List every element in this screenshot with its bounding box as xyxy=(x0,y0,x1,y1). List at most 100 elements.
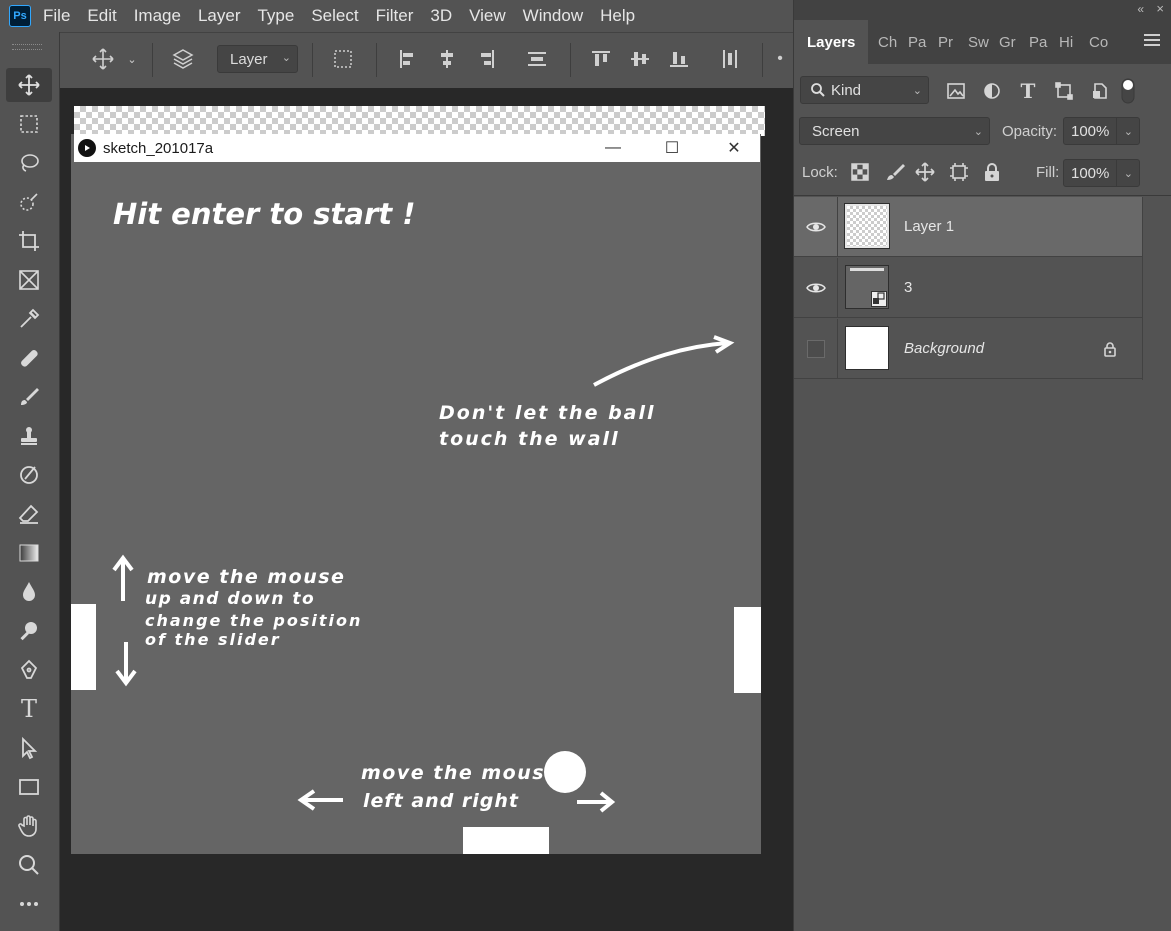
document-canvas-area[interactable]: sketch_201017a — ☐ ✕ Hit enter to start … xyxy=(61,88,792,931)
frame-tool-icon[interactable] xyxy=(6,263,52,297)
history-brush-tool-icon[interactable] xyxy=(6,458,52,492)
tab-history[interactable]: Hi xyxy=(1059,20,1073,64)
menu-layer[interactable]: Layer xyxy=(198,6,241,26)
layer-name: Background xyxy=(904,340,985,357)
chevron-down-icon: ⌄ xyxy=(973,125,983,138)
layer-row-background[interactable]: Background xyxy=(794,318,1142,379)
panel-close-icon[interactable]: × xyxy=(1156,1,1164,16)
menu-select[interactable]: Select xyxy=(311,6,358,26)
fill-field[interactable]: 100% ⌄ xyxy=(1063,159,1140,187)
options-divider xyxy=(376,43,377,77)
align-center-icon[interactable] xyxy=(432,43,462,75)
clone-stamp-tool-icon[interactable] xyxy=(6,419,52,453)
eyedropper-tool-icon[interactable] xyxy=(6,302,52,336)
panel-header-strip: « × xyxy=(794,0,1171,20)
photoshop-logo[interactable]: Ps xyxy=(9,5,31,27)
layer-row-layer-1[interactable]: Layer 1 xyxy=(794,196,1142,257)
menu-image[interactable]: Image xyxy=(134,6,181,26)
tab-color[interactable]: Co xyxy=(1089,20,1108,64)
shape-layer-filter-icon[interactable] xyxy=(1051,79,1077,103)
menu-3d[interactable]: 3D xyxy=(430,6,452,26)
marquee-tool-icon[interactable] xyxy=(6,107,52,141)
tab-channels[interactable]: Ch xyxy=(878,20,897,64)
brush-tool-icon[interactable] xyxy=(6,380,52,414)
blend-mode-dropdown[interactable]: Screen ⌄ xyxy=(799,117,990,145)
move-tool-preset-icon[interactable] xyxy=(88,43,118,75)
menu-window[interactable]: Window xyxy=(523,6,583,26)
lock-all-icon[interactable] xyxy=(983,162,1001,187)
layer-visibility-toggle[interactable] xyxy=(794,257,838,318)
auto-select-icon[interactable] xyxy=(168,43,198,75)
filter-kind-dropdown[interactable]: Kind ⌄ xyxy=(800,76,929,104)
auto-select-target-dropdown[interactable]: Layer ⌄ xyxy=(217,45,298,73)
tab-layers[interactable]: Layers xyxy=(794,20,869,64)
move-tool-icon[interactable] xyxy=(6,68,52,102)
zoom-tool-icon[interactable] xyxy=(6,848,52,882)
adjustment-layer-filter-icon[interactable] xyxy=(979,79,1005,103)
left-arrow-icon xyxy=(297,789,343,811)
opacity-chevron-icon: ⌄ xyxy=(1123,125,1133,138)
tab-properties[interactable]: Pr xyxy=(938,20,953,64)
type-layer-filter-icon[interactable]: T xyxy=(1015,79,1041,103)
menu-help[interactable]: Help xyxy=(600,6,635,26)
align-left-icon[interactable] xyxy=(393,43,423,75)
layer-visibility-toggle[interactable] xyxy=(794,196,838,257)
panel-divider xyxy=(794,195,1171,196)
layer-thumbnail xyxy=(844,203,890,249)
slider-instruction-line4: of the slider xyxy=(145,630,281,649)
lock-artboard-icon[interactable] xyxy=(949,162,969,187)
rectangle-tool-icon[interactable] xyxy=(6,770,52,804)
lock-transparent-pixels-icon[interactable] xyxy=(851,163,869,186)
lock-label: Lock: xyxy=(802,164,838,181)
align-middle-icon[interactable] xyxy=(625,43,655,75)
align-top-icon[interactable] xyxy=(586,43,616,75)
layer-name: 3 xyxy=(904,279,913,296)
healing-brush-tool-icon[interactable] xyxy=(6,341,52,375)
down-arrow-icon xyxy=(115,642,137,687)
hand-tool-icon[interactable] xyxy=(6,809,52,843)
pen-tool-icon[interactable] xyxy=(6,653,52,687)
dodge-tool-icon[interactable] xyxy=(6,614,52,648)
align-bottom-icon[interactable] xyxy=(664,43,694,75)
path-selection-tool-icon[interactable] xyxy=(6,731,52,765)
layer-row-3[interactable]: 3 xyxy=(794,257,1142,318)
layer-visibility-toggle[interactable] xyxy=(794,318,838,379)
smart-object-filter-icon[interactable] xyxy=(1087,79,1113,103)
filter-toggle-icon[interactable] xyxy=(1120,78,1136,104)
chevron-down-icon: ⌄ xyxy=(912,84,922,97)
lock-position-icon[interactable] xyxy=(915,162,935,187)
gradient-tool-icon[interactable] xyxy=(6,536,52,570)
opacity-field[interactable]: 100% ⌄ xyxy=(1063,117,1140,145)
distribute-icon[interactable] xyxy=(522,43,552,75)
tab-paths[interactable]: Pa xyxy=(908,20,926,64)
tab-swatches[interactable]: Sw xyxy=(968,20,989,64)
crop-tool-icon[interactable] xyxy=(6,224,52,258)
more-options-icon[interactable]: • xyxy=(772,43,788,75)
menu-type[interactable]: Type xyxy=(257,6,294,26)
tab-gradients[interactable]: Gr xyxy=(999,20,1016,64)
menu-filter[interactable]: Filter xyxy=(376,6,414,26)
transparent-canvas-region xyxy=(74,106,765,136)
blur-tool-icon[interactable] xyxy=(6,575,52,609)
type-tool-icon[interactable]: T xyxy=(6,692,52,726)
tab-patterns[interactable]: Pa xyxy=(1029,20,1047,64)
menu-file[interactable]: File xyxy=(43,6,70,26)
align-right-icon[interactable] xyxy=(471,43,501,75)
collapse-panels-icon[interactable]: « xyxy=(1137,2,1144,16)
eye-icon xyxy=(805,283,826,292)
toolbar-grip[interactable] xyxy=(12,44,42,50)
preset-chevron-down-icon[interactable]: ⌄ xyxy=(122,43,142,75)
eraser-tool-icon[interactable] xyxy=(6,497,52,531)
quick-selection-tool-icon[interactable] xyxy=(6,185,52,219)
distribute-vertical-icon[interactable] xyxy=(715,43,745,75)
lasso-tool-icon[interactable] xyxy=(6,146,52,180)
lock-image-pixels-icon[interactable] xyxy=(885,162,905,187)
pixel-layer-filter-icon[interactable] xyxy=(943,79,969,103)
fill-label: Fill: xyxy=(1036,164,1060,181)
menu-bar: Ps File Edit Image Layer Type Select Fil… xyxy=(0,0,793,32)
transform-controls-icon[interactable] xyxy=(328,43,358,75)
more-tools-icon[interactable] xyxy=(6,887,52,921)
menu-view[interactable]: View xyxy=(469,6,506,26)
menu-edit[interactable]: Edit xyxy=(87,6,116,26)
panel-menu-icon[interactable] xyxy=(1144,34,1160,49)
